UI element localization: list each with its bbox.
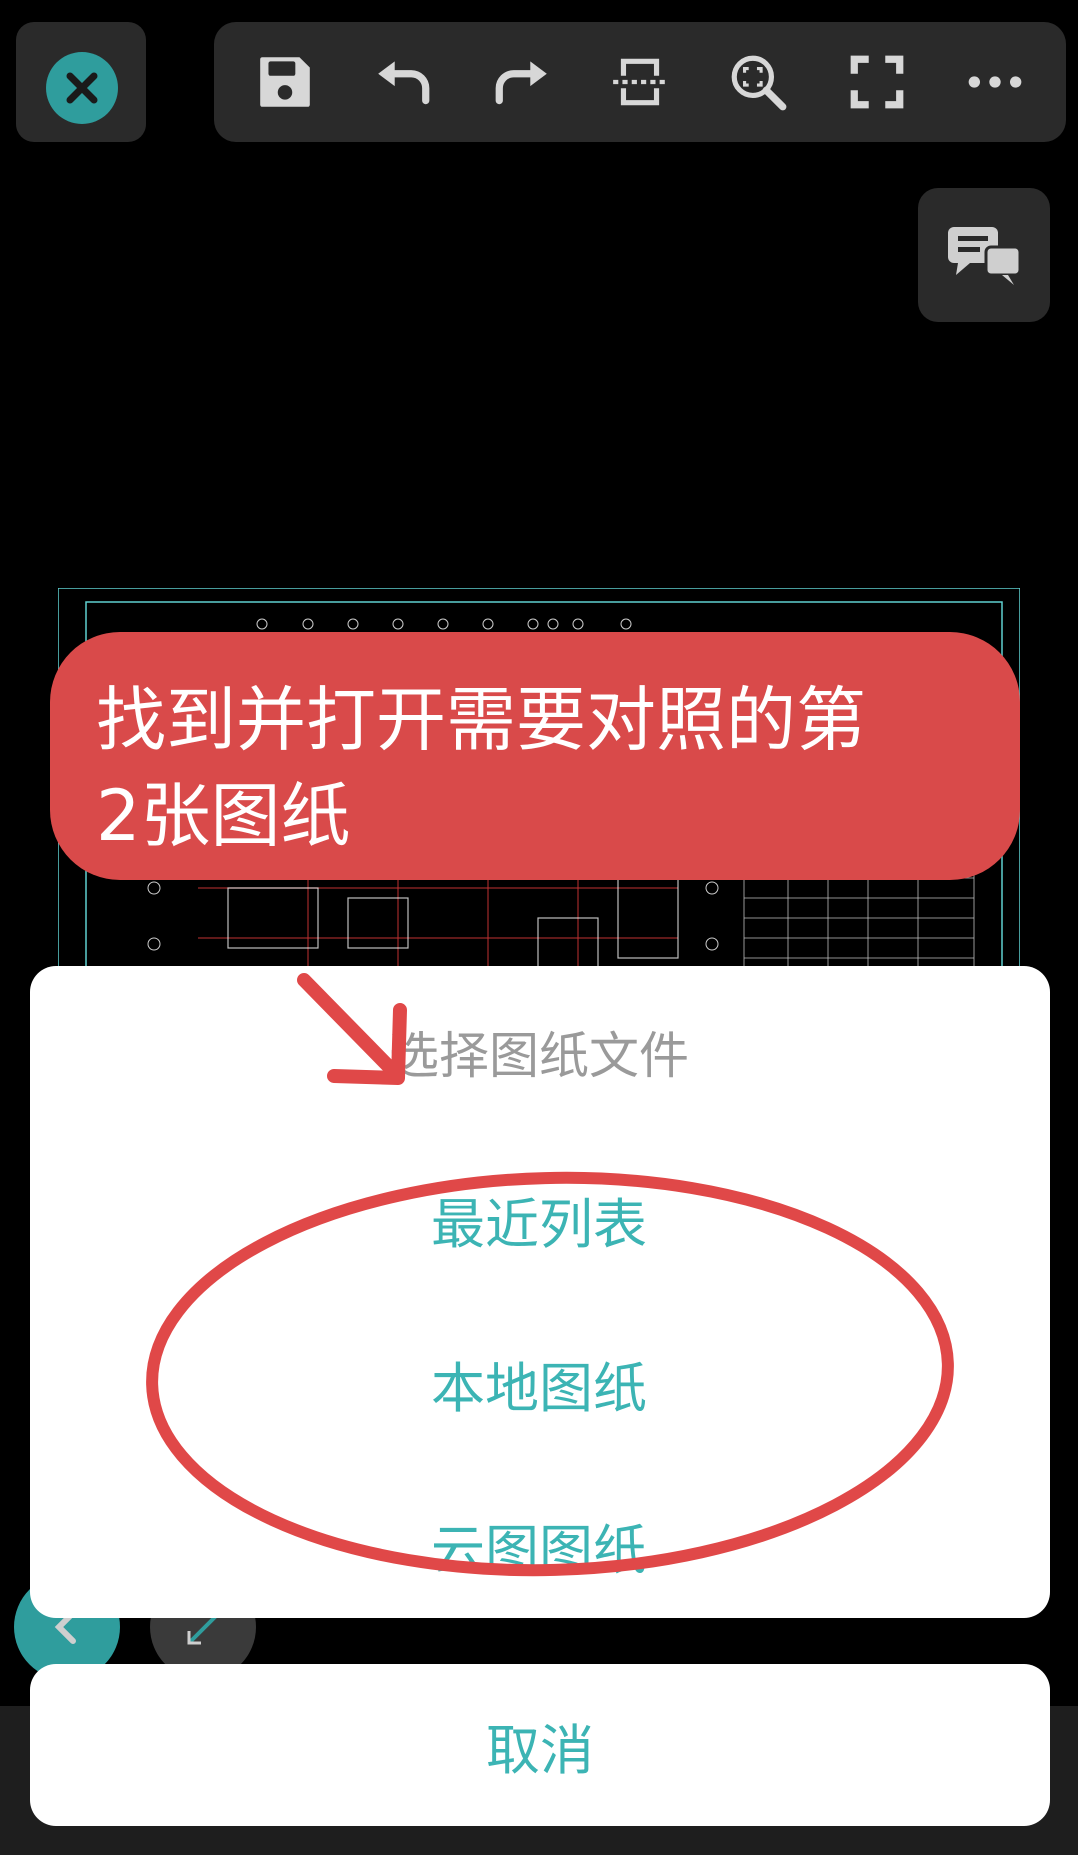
fullscreen-button[interactable]	[840, 45, 914, 119]
callout-line-2: 2张图纸	[96, 775, 351, 857]
highlight-ring-annotation	[146, 1171, 954, 1577]
undo-button[interactable]	[366, 45, 440, 119]
close-icon	[66, 72, 98, 104]
redo-button[interactable]	[485, 45, 559, 119]
split-view-button[interactable]	[603, 45, 677, 119]
instruction-callout: 找到并打开需要对照的第 2张图纸	[50, 632, 1020, 880]
comment-icon	[948, 227, 1022, 285]
callout-line-1: 找到并打开需要对照的第	[96, 679, 866, 761]
more-button[interactable]	[958, 45, 1032, 119]
fullscreen-icon	[850, 55, 903, 109]
cancel-button[interactable]: 取消	[30, 1664, 1050, 1826]
close-button[interactable]	[46, 52, 118, 124]
split-view-icon	[613, 58, 667, 106]
redo-icon	[495, 61, 547, 105]
close-button-container	[16, 22, 146, 142]
save-icon	[260, 57, 310, 107]
more-icon	[968, 76, 1022, 88]
zoom-fit-icon	[731, 55, 787, 111]
top-toolbar	[214, 22, 1066, 142]
comment-button[interactable]	[918, 188, 1050, 322]
save-button[interactable]	[248, 45, 322, 119]
undo-icon	[378, 61, 430, 105]
arrow-annotation	[297, 973, 407, 1085]
sheet-title: 选择图纸文件	[389, 1027, 689, 1085]
zoom-fit-button[interactable]	[721, 45, 795, 119]
